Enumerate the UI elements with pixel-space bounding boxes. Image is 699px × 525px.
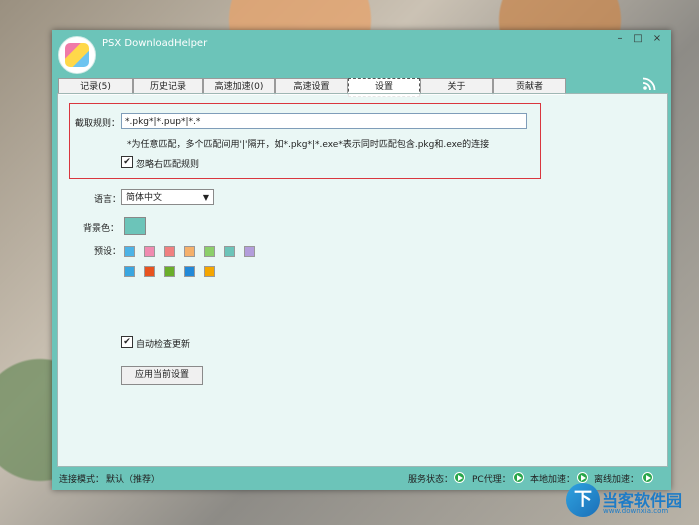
title-bar: PSX DownloadHelper – □ × (52, 30, 671, 74)
psx-logo-icon (65, 43, 89, 67)
chevron-down-icon: ▼ (202, 193, 209, 202)
rss-icon[interactable] (642, 77, 656, 91)
preset-color-swatch[interactable] (184, 266, 195, 277)
pc-proxy-play-icon[interactable] (513, 472, 524, 483)
offline-accel-play-icon[interactable] (642, 472, 653, 483)
service-status-label: 服务状态： (408, 475, 454, 485)
app-title: PSX DownloadHelper (102, 38, 208, 49)
filter-label: 截取规则： (75, 119, 121, 129)
site-watermark: 下 当客软件园 www.downxia.com (566, 483, 696, 521)
preset-color-swatch[interactable] (164, 246, 175, 257)
apply-settings-button[interactable]: 应用当前设置 (121, 366, 203, 385)
service-status-play-icon[interactable] (454, 472, 465, 483)
auto-update-label: 自动检查更新 (136, 340, 191, 350)
close-button[interactable]: × (647, 32, 667, 46)
preset-color-swatch[interactable] (184, 246, 195, 257)
pc-proxy-label: PC代理： (472, 475, 511, 485)
language-label: 语言： (94, 195, 122, 205)
preset-color-swatch[interactable] (204, 246, 215, 257)
connection-mode-value: 默认（推荐） (106, 475, 161, 485)
background-color-label: 背景色： (83, 224, 120, 234)
background-color-picker[interactable] (124, 217, 146, 235)
maximize-button[interactable]: □ (628, 32, 648, 46)
ignore-right-label: 忽略右匹配规则 (136, 160, 200, 170)
minimize-button[interactable]: – (610, 32, 630, 46)
watermark-url: www.downxia.com (603, 507, 669, 515)
filter-hint: *为任意匹配，多个匹配间用'|'隔开，如*.pkg*|*.exe*表示同时匹配包… (127, 140, 490, 150)
local-accel-play-icon[interactable] (577, 472, 588, 483)
watermark-logo-icon: 下 (566, 483, 600, 517)
preset-label: 预设： (94, 247, 122, 257)
filter-input[interactable]: *.pkg*|*.pup*|*.* (121, 113, 527, 129)
ignore-right-checkbox[interactable]: ✔ (121, 156, 133, 168)
preset-color-swatch[interactable] (124, 266, 135, 277)
connection-mode-label: 连接模式： (59, 475, 105, 485)
auto-update-checkbox[interactable]: ✔ (121, 336, 133, 348)
app-window: PSX DownloadHelper – □ × 记录(5) 历史记录 高速加速… (52, 30, 671, 490)
filter-rules-group: 截取规则： *.pkg*|*.pup*|*.* *为任意匹配，多个匹配间用'|'… (69, 103, 541, 179)
app-logo (58, 36, 96, 74)
preset-color-swatch[interactable] (204, 266, 215, 277)
preset-color-swatch[interactable] (124, 246, 135, 257)
preset-color-swatch[interactable] (244, 246, 255, 257)
preset-color-swatch[interactable] (144, 266, 155, 277)
settings-panel: 截取规则： *.pkg*|*.pup*|*.* *为任意匹配，多个匹配间用'|'… (57, 93, 668, 467)
preset-color-swatch[interactable] (164, 266, 175, 277)
language-value: 简体中文 (126, 193, 163, 203)
preset-color-swatch[interactable] (144, 246, 155, 257)
language-select[interactable]: 简体中文 ▼ (121, 189, 214, 205)
preset-color-swatch[interactable] (224, 246, 235, 257)
